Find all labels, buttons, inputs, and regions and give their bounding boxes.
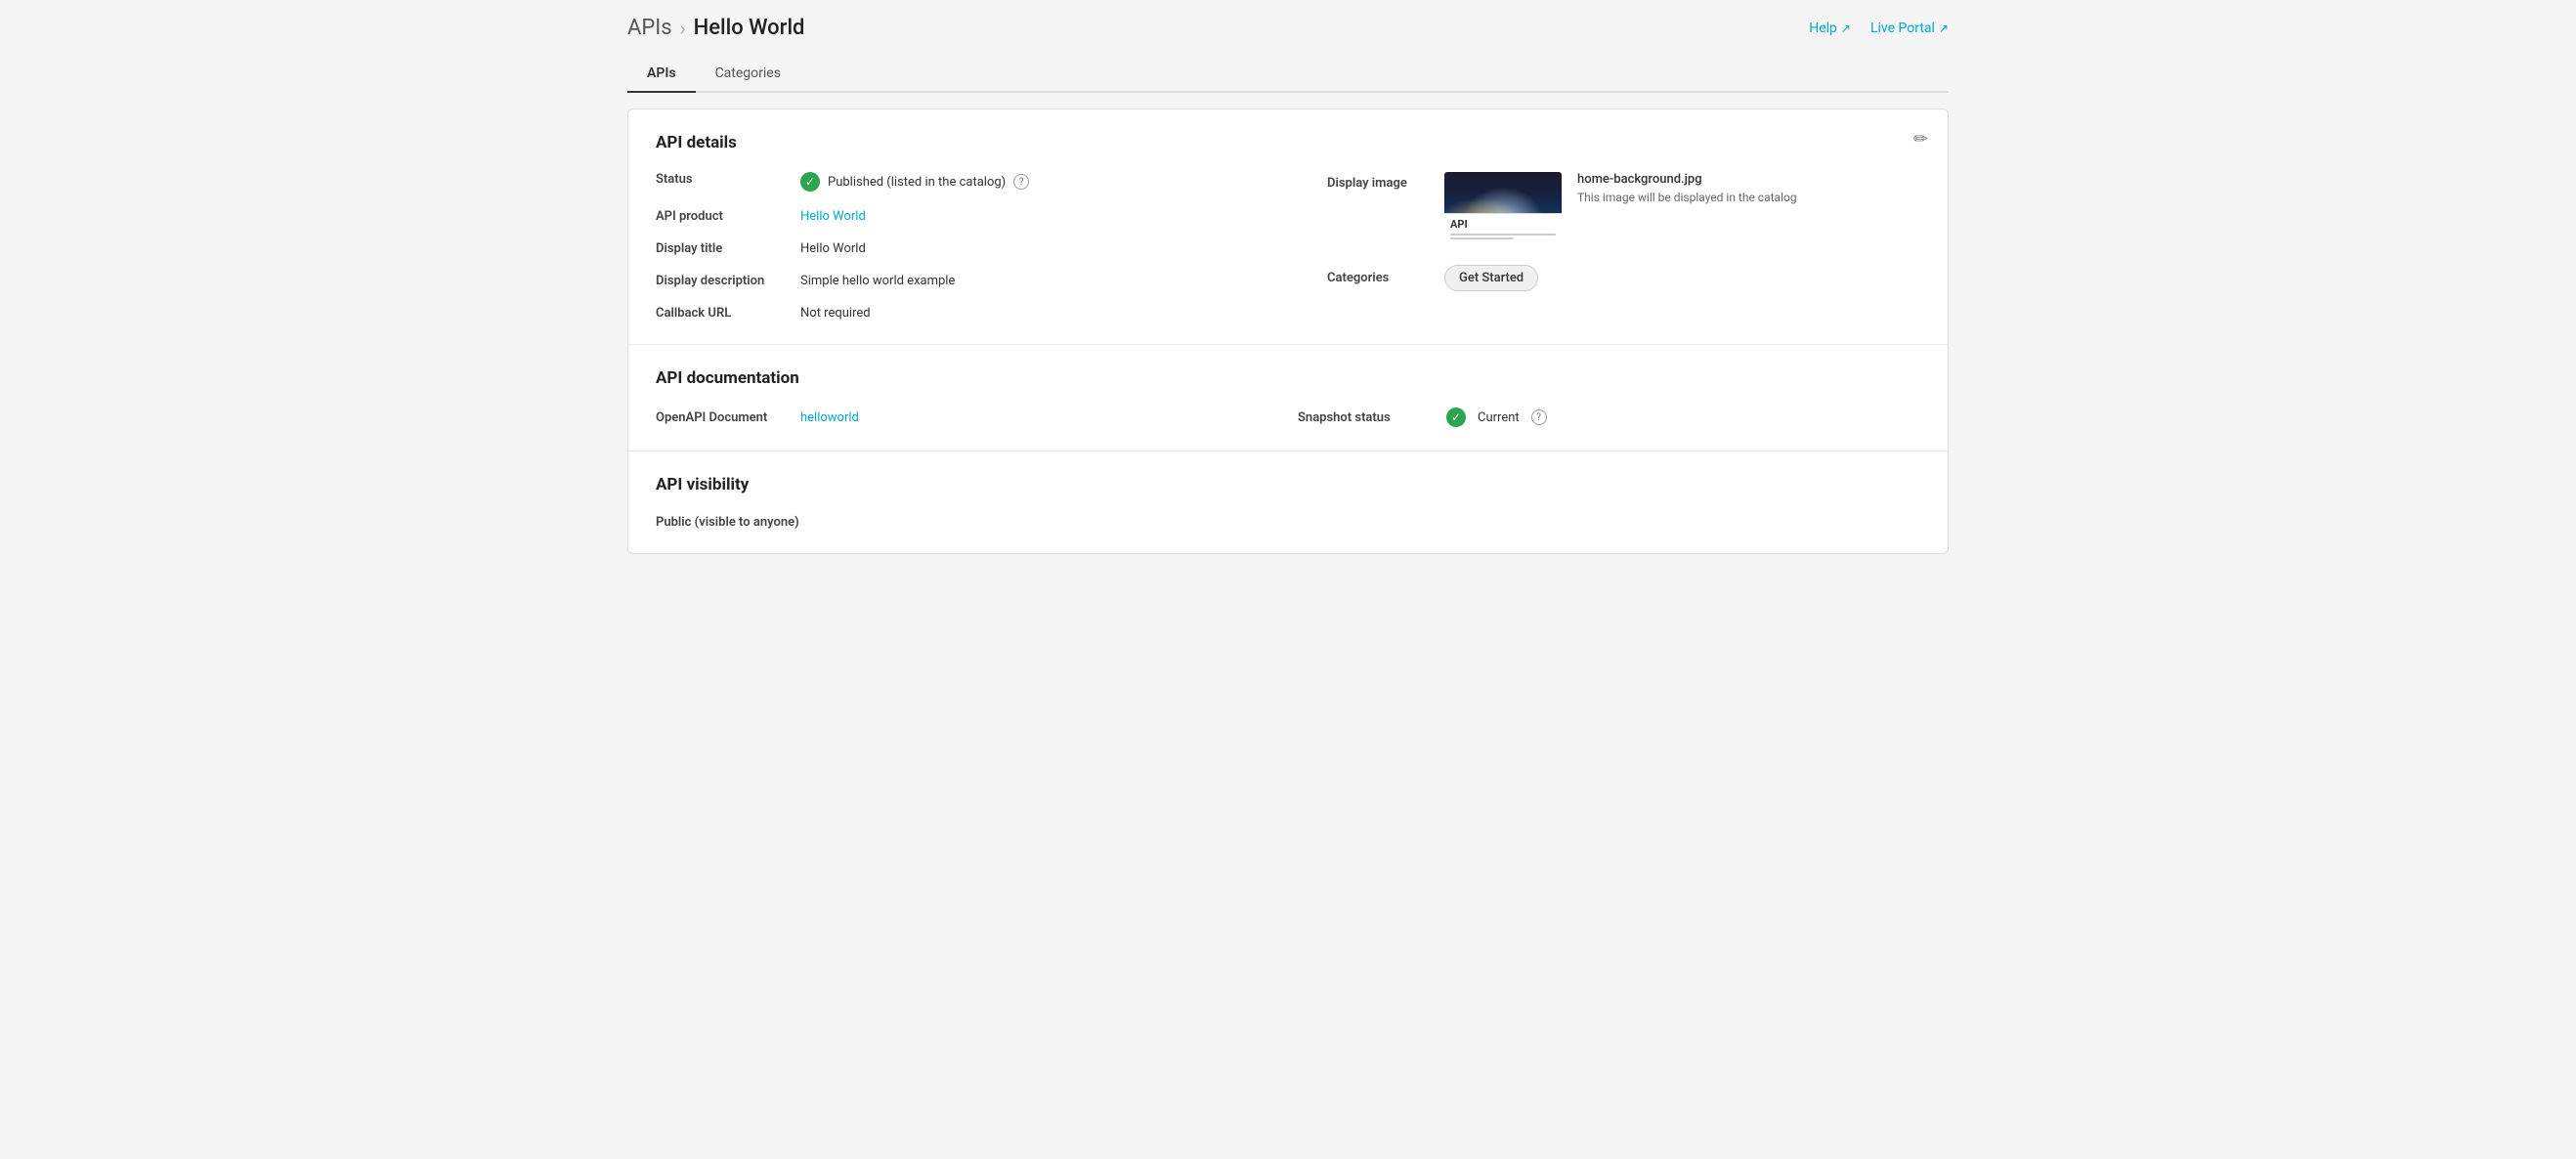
details-left: Status ✓ Published (listed in the catalo…: [656, 172, 1288, 321]
external-link-icon: ↗: [1841, 21, 1851, 35]
live-portal-link[interactable]: Live Portal ↗: [1870, 21, 1949, 36]
breadcrumb-current: Hello World: [694, 16, 805, 40]
check-icon: ✓: [800, 172, 820, 192]
callback-url-value: Not required: [800, 306, 871, 321]
api-visibility-title: API visibility: [656, 475, 1920, 494]
snapshot-status-value: Current: [1478, 410, 1520, 425]
status-value: Published (listed in the catalog): [828, 175, 1006, 190]
snapshot-check-icon: ✓: [1446, 408, 1466, 427]
status-label: Status: [656, 172, 793, 187]
categories-label: Categories: [1327, 265, 1444, 285]
external-link-icon-2: ↗: [1939, 21, 1949, 35]
display-image-label: Display image: [1327, 172, 1444, 191]
callback-url-label: Callback URL: [656, 306, 793, 321]
tab-bar: APIs Categories: [627, 56, 1949, 93]
display-title-row: Display title Hello World: [656, 241, 1288, 256]
snapshot-status-label: Snapshot status: [1298, 410, 1435, 425]
display-title-label: Display title: [656, 241, 793, 256]
api-overlay-line-1: [1450, 234, 1556, 236]
display-image-section: Display image API: [1327, 172, 1920, 245]
status-row: Status ✓ Published (listed in the catalo…: [656, 172, 1288, 192]
display-description-value: Simple hello world example: [800, 274, 955, 288]
image-info: home-background.jpg This image will be d…: [1577, 172, 1797, 204]
details-grid: Status ✓ Published (listed in the catalo…: [656, 172, 1920, 321]
api-overlay-text: API: [1450, 218, 1556, 231]
display-description-row: Display description Simple hello world e…: [656, 274, 1288, 288]
display-title-value: Hello World: [800, 241, 866, 256]
main-card: API details ✏ Status ✓ Published (listed…: [627, 108, 1949, 554]
openapi-label: OpenAPI Document: [656, 410, 793, 425]
api-overlay-line-2: [1450, 237, 1514, 239]
api-product-value[interactable]: Hello World: [800, 209, 866, 224]
image-thumbnail-wrapper: API: [1444, 172, 1562, 245]
api-product-label: API product: [656, 209, 793, 224]
status-value-group: ✓ Published (listed in the catalog) ?: [800, 172, 1029, 192]
help-link[interactable]: Help ↗: [1809, 21, 1851, 36]
api-visibility-section: API visibility Public (visible to anyone…: [628, 451, 1948, 553]
doc-right: Snapshot status ✓ Current ?: [1298, 408, 1920, 427]
snapshot-help-icon[interactable]: ?: [1531, 409, 1547, 425]
categories-row: Categories Get Started: [1327, 265, 1920, 291]
breadcrumb-separator: ›: [680, 17, 686, 40]
tab-categories[interactable]: Categories: [696, 56, 800, 93]
tab-apis[interactable]: APIs: [627, 56, 696, 93]
doc-grid: OpenAPI Document helloworld Snapshot sta…: [656, 408, 1920, 427]
edit-button[interactable]: ✏: [1913, 129, 1928, 150]
api-details-section: API details ✏ Status ✓ Published (listed…: [628, 109, 1948, 345]
breadcrumb-nav: APIs › Hello World: [627, 16, 804, 40]
breadcrumb: APIs › Hello World Help ↗ Live Portal ↗: [627, 16, 1949, 40]
header-links: Help ↗ Live Portal ↗: [1809, 21, 1949, 36]
breadcrumb-parent[interactable]: APIs: [627, 16, 672, 40]
api-overlay: API: [1444, 213, 1562, 245]
category-tag: Get Started: [1444, 265, 1538, 291]
openapi-value[interactable]: helloworld: [800, 410, 859, 425]
details-right: Display image API: [1288, 172, 1920, 291]
image-caption: This image will be displayed in the cata…: [1577, 191, 1797, 204]
api-product-row: API product Hello World: [656, 209, 1288, 224]
display-description-label: Display description: [656, 274, 793, 288]
api-overlay-lines: [1450, 234, 1556, 239]
status-help-icon[interactable]: ?: [1013, 174, 1029, 190]
visibility-value: Public (visible to anyone): [656, 515, 799, 530]
callback-url-row: Callback URL Not required: [656, 306, 1288, 321]
pencil-icon: ✏: [1913, 129, 1928, 150]
doc-left: OpenAPI Document helloworld: [656, 410, 1278, 425]
display-image-content: API home-background.jpg This image will …: [1444, 172, 1797, 245]
api-documentation-title: API documentation: [656, 368, 1920, 388]
api-details-title: API details: [656, 133, 1920, 152]
image-filename: home-background.jpg: [1577, 172, 1797, 187]
api-documentation-section: API documentation OpenAPI Document hello…: [628, 345, 1948, 451]
